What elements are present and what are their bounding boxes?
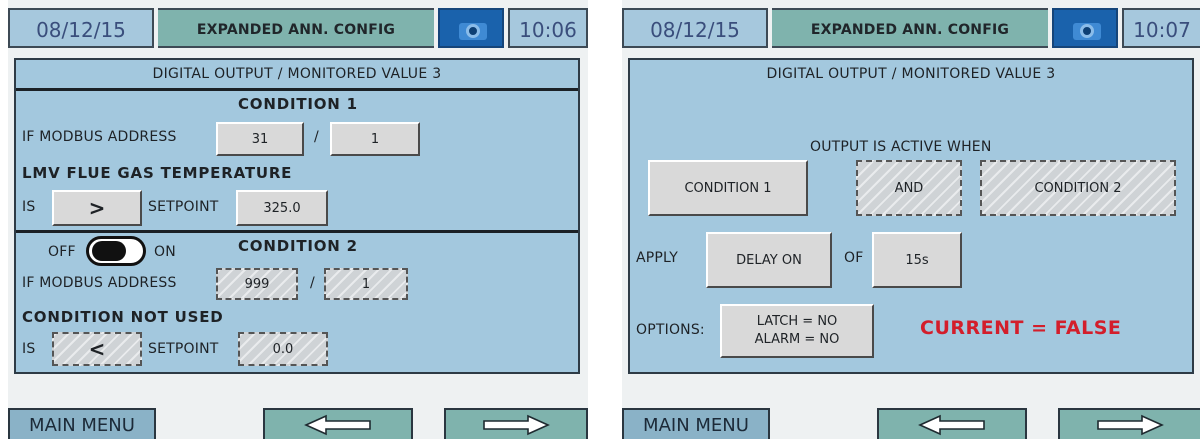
condition1-modbus-label: IF MODBUS ADDRESS [22,129,177,145]
of-label: OF [844,250,864,266]
prev-button[interactable] [263,408,413,439]
screenshot-button[interactable] [1052,8,1118,48]
config-panel: DIGITAL OUTPUT / MONITORED VALUE 3 CONDI… [14,58,580,374]
condition2-setpoint-field[interactable]: 0.0 [238,332,328,366]
toggle-off-label: OFF [48,244,76,260]
prev-button[interactable] [877,408,1027,439]
next-button[interactable] [444,408,588,439]
condition2-modbus-label: IF MODBUS ADDRESS [22,275,177,291]
logic-operator-button[interactable]: AND [856,160,962,216]
header-bar: 08/12/15 EXPANDED ANN. CONFIG 10:06 [8,8,588,48]
arrow-left-icon [304,414,371,435]
condition2-value-name: CONDITION NOT USED [22,308,224,326]
header-bar: 08/12/15 EXPANDED ANN. CONFIG 10:07 [622,8,1200,48]
condition1-address-field[interactable]: 31 [216,122,304,156]
screenshot-button[interactable] [438,8,504,48]
page-title: DIGITAL OUTPUT / MONITORED VALUE 3 [766,66,1056,82]
arrow-right-icon [483,414,550,435]
condition1-setpoint-field[interactable]: 325.0 [236,190,328,226]
header-time: 10:06 [508,8,588,48]
slash-label: / [310,275,315,291]
slash-label: / [314,129,319,145]
arrow-left-icon [918,414,985,435]
condition2-enable-toggle[interactable] [86,236,146,266]
next-button[interactable] [1058,408,1200,439]
divider [16,230,578,233]
condition2-heading: CONDITION 2 [238,237,358,255]
arrow-right-icon [1097,414,1164,435]
condition2-button[interactable]: CONDITION 2 [980,160,1176,216]
header-date: 08/12/15 [8,8,154,48]
condition2-operator-button[interactable]: < [52,332,142,366]
left-screen: 08/12/15 EXPANDED ANN. CONFIG 10:06 DIGI… [8,0,588,439]
toggle-on-label: ON [154,244,176,260]
condition1-is-label: IS [22,199,36,215]
options-label: OPTIONS: [636,322,705,338]
alarm-option: ALARM = NO [754,332,840,347]
condition1-subaddress-field[interactable]: 1 [330,122,420,156]
condition2-subaddress-field[interactable]: 1 [324,268,408,300]
condition1-setpoint-label: SETPOINT [148,199,219,215]
config-panel: DIGITAL OUTPUT / MONITORED VALUE 3 OUTPU… [628,58,1194,374]
condition2-is-label: IS [22,341,36,357]
page-title: DIGITAL OUTPUT / MONITORED VALUE 3 [152,66,442,82]
condition1-button[interactable]: CONDITION 1 [648,160,808,216]
current-state: CURRENT = FALSE [920,317,1122,339]
apply-label: APPLY [636,250,678,266]
options-button[interactable]: LATCH = NO ALARM = NO [720,304,874,358]
condition2-setpoint-label: SETPOINT [148,341,219,357]
toggle-knob [92,241,126,261]
divider [16,88,578,91]
header-date: 08/12/15 [622,8,768,48]
condition1-heading: CONDITION 1 [238,95,358,113]
right-screen: 08/12/15 EXPANDED ANN. CONFIG 10:07 DIGI… [622,0,1200,439]
condition1-operator-button[interactable]: > [52,190,142,226]
condition2-address-field[interactable]: 999 [216,268,298,300]
delay-mode-button[interactable]: DELAY ON [706,232,832,288]
condition1-value-name: LMV FLUE GAS TEMPERATURE [22,164,293,182]
output-active-label: OUTPUT IS ACTIVE WHEN [810,139,992,155]
header-time: 10:07 [1122,8,1200,48]
header-title: EXPANDED ANN. CONFIG [158,8,434,48]
latch-option: LATCH = NO [756,314,838,329]
header-title: EXPANDED ANN. CONFIG [772,8,1048,48]
main-menu-button[interactable]: MAIN MENU [8,408,156,439]
main-menu-button[interactable]: MAIN MENU [622,408,770,439]
delay-value-field[interactable]: 15s [872,232,962,288]
